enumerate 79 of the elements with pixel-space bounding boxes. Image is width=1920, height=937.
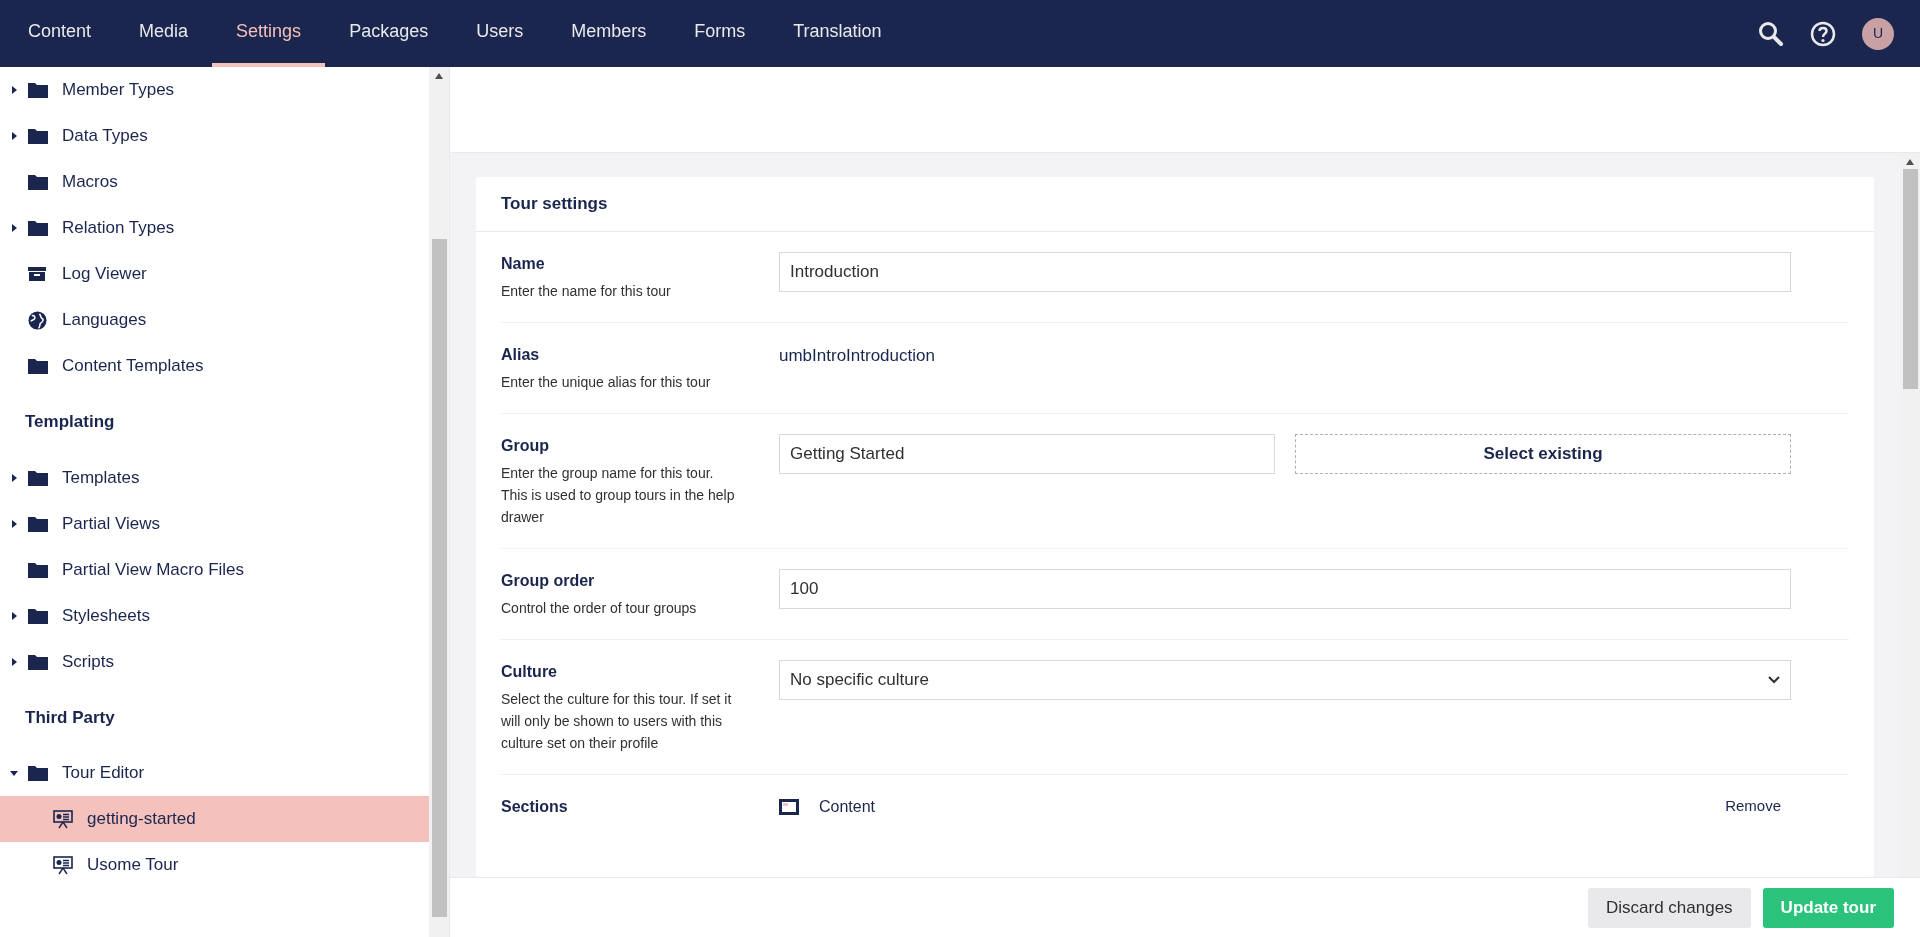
select-existing-button[interactable]: Select existing: [1295, 433, 1791, 474]
text-field[interactable]: Getting Started: [779, 433, 1275, 474]
alias-value: umbIntroIntroduction: [779, 344, 935, 367]
tree-item[interactable]: Log Viewer: [0, 251, 430, 297]
field-description: Control the order of tour groups: [501, 598, 698, 618]
folder-icon: [28, 765, 48, 781]
archive-icon: [28, 267, 46, 281]
caret-icon[interactable]: [10, 519, 18, 528]
field-label: Group: [501, 435, 550, 456]
folder-icon: [28, 653, 48, 670]
section-icon: [779, 798, 799, 815]
nav-tab[interactable]: Translation: [769, 0, 906, 67]
tree-item[interactable]: Scripts: [0, 638, 430, 685]
field-description: Enter the name for this tour: [501, 281, 672, 301]
remove-link[interactable]: Remove: [1725, 795, 1781, 818]
folder-icon: [28, 515, 48, 532]
folder-icon: [28, 469, 48, 486]
presentation-icon: [53, 855, 73, 875]
sidebar-scrollbar[interactable]: [429, 67, 449, 937]
tree-item[interactable]: getting-started: [0, 796, 430, 842]
field-label: Name: [501, 253, 546, 274]
nav-tab[interactable]: Packages: [325, 0, 453, 67]
field-label: Group order: [501, 570, 596, 591]
main-scrollbar[interactable]: [1900, 153, 1920, 877]
scroll-up-arrow-icon[interactable]: [435, 73, 443, 79]
folder-icon: [28, 561, 48, 578]
card-title: Tour settings: [476, 177, 1874, 232]
tree-section-title: Templating: [24, 411, 116, 433]
tree-item[interactable]: Partial Views: [0, 500, 430, 547]
caret-icon[interactable]: [10, 611, 18, 620]
scrollbar-thumb[interactable]: [431, 239, 447, 917]
text-field[interactable]: 100: [779, 568, 1791, 609]
tree-item[interactable]: Macros: [0, 159, 430, 205]
caret-icon[interactable]: [10, 657, 18, 666]
tree-item[interactable]: Relation Types: [0, 205, 430, 251]
user-avatar[interactable]: U: [1862, 17, 1894, 50]
search-icon[interactable]: [1758, 20, 1784, 47]
field-label: Culture: [501, 661, 558, 682]
tree-item[interactable]: Languages: [0, 297, 430, 343]
culture-select[interactable]: No specific culture: [779, 659, 1791, 700]
nav-tab[interactable]: Users: [452, 0, 548, 67]
folder-icon: [28, 128, 48, 144]
caret-icon[interactable]: [10, 132, 18, 140]
presentation-icon: [53, 809, 73, 829]
discard-changes-button[interactable]: Discard changes: [1588, 887, 1751, 928]
tree-item[interactable]: Stylesheets: [0, 592, 430, 639]
folder-icon: [28, 174, 48, 190]
field-label: Sections: [501, 796, 569, 817]
folder-icon: [28, 607, 48, 624]
globe-icon: [28, 310, 47, 330]
folder-icon: [28, 82, 48, 98]
nav-tab[interactable]: Media: [115, 0, 213, 67]
caret-icon[interactable]: [10, 86, 18, 94]
nav-tab[interactable]: Forms: [670, 0, 770, 67]
field-description: Enter the unique alias for this tour: [501, 372, 712, 392]
tree-item[interactable]: Content Templates: [0, 343, 430, 389]
tree-item[interactable]: Partial View Macro Files: [0, 546, 430, 593]
field-label: Alias: [501, 344, 541, 365]
tree-item[interactable]: Tour Editor: [0, 750, 430, 796]
folder-icon: [28, 220, 48, 236]
tree-item[interactable]: Usome Tour: [0, 842, 430, 888]
text-field[interactable]: Introduction: [779, 251, 1791, 292]
scrollbar-thumb[interactable]: [1902, 169, 1918, 389]
nav-tab[interactable]: Content: [4, 0, 116, 67]
field-description: Enter the group name for this tour. This is used to group tours in the help drawer: [501, 463, 736, 527]
tree-item[interactable]: Member Types: [0, 67, 430, 113]
nav-tab[interactable]: Members: [547, 0, 671, 67]
caret-icon[interactable]: [10, 769, 18, 777]
section-name: Content: [819, 796, 876, 817]
tree-item[interactable]: Data Types: [0, 113, 430, 159]
caret-icon[interactable]: [10, 473, 18, 482]
caret-icon[interactable]: [10, 224, 18, 232]
tree-item[interactable]: Templates: [0, 454, 430, 501]
scroll-up-arrow-icon[interactable]: [1906, 159, 1914, 165]
folder-icon: [28, 358, 48, 374]
chevron-down-icon: [1768, 675, 1780, 684]
tree-section-title: Third Party: [24, 706, 116, 729]
help-icon[interactable]: [1810, 20, 1836, 47]
field-description: Select the culture for this tour. If set it will only be shown to users with this culture set on their profile: [501, 689, 733, 753]
